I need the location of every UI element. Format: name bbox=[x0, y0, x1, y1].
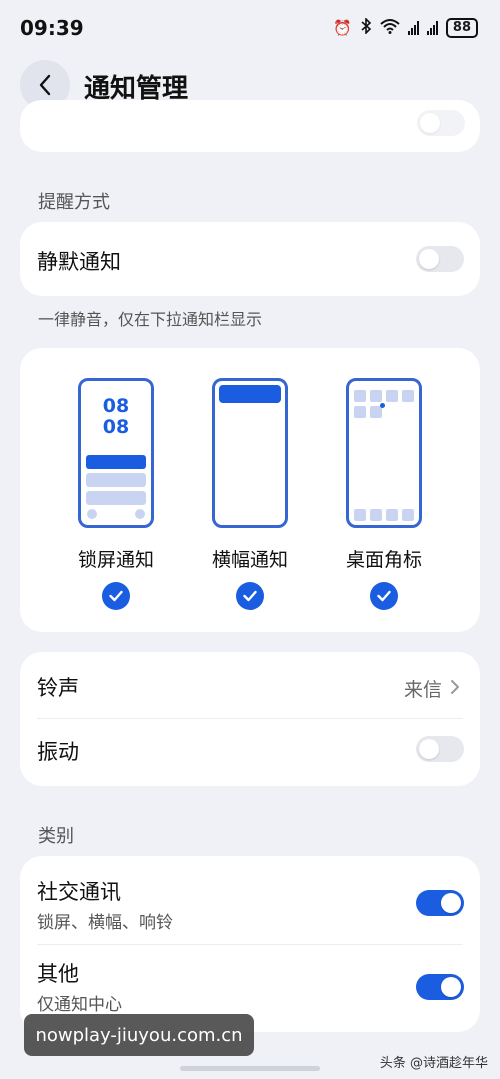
badge-label: 桌面角标 bbox=[345, 549, 422, 571]
category-title: 其他 bbox=[37, 962, 79, 986]
category-toggle-social[interactable] bbox=[416, 890, 464, 916]
preview-clock-bottom: 08 bbox=[102, 416, 130, 438]
category-subtitle: 仅通知中心 bbox=[37, 995, 122, 1015]
status-bar: 09:39 ⏰ 88 bbox=[0, 0, 500, 56]
preview-notification bbox=[86, 491, 146, 505]
ringtone-row[interactable]: 铃声 来信 bbox=[20, 652, 480, 718]
scrolled-toggle[interactable] bbox=[417, 110, 465, 136]
divider bbox=[37, 718, 463, 719]
preview-notification bbox=[86, 473, 146, 487]
preview-clock-top: 08 bbox=[102, 395, 130, 417]
preview-dot bbox=[87, 509, 97, 519]
category-row-social[interactable]: 社交通讯 锁屏、横幅、响铃 bbox=[20, 856, 480, 944]
signal-icon bbox=[407, 21, 419, 35]
badge-preview[interactable] bbox=[346, 378, 422, 528]
banner-label: 横幅通知 bbox=[211, 549, 288, 571]
silent-toggle[interactable] bbox=[416, 246, 464, 272]
banner-preview[interactable] bbox=[212, 378, 288, 528]
lockscreen-label: 锁屏通知 bbox=[77, 549, 154, 571]
badge-check[interactable] bbox=[370, 582, 398, 610]
checkmark-icon bbox=[109, 590, 123, 602]
category-card: 社交通讯 锁屏、横幅、响铃 其他 仅通知中心 bbox=[20, 856, 480, 1032]
sound-card: 铃声 来信 振动 bbox=[20, 652, 480, 786]
banner-check[interactable] bbox=[236, 582, 264, 610]
lockscreen-preview[interactable]: 08 08 bbox=[78, 378, 154, 528]
preview-banner bbox=[219, 385, 281, 403]
silent-label: 静默通知 bbox=[37, 250, 121, 274]
category-toggle-other[interactable] bbox=[416, 974, 464, 1000]
alarm-icon: ⏰ bbox=[333, 19, 352, 37]
vibrate-toggle[interactable] bbox=[416, 736, 464, 762]
preview-dock bbox=[354, 509, 414, 521]
chevron-right-icon bbox=[451, 680, 459, 694]
status-icons: ⏰ 88 bbox=[333, 17, 478, 38]
home-indicator[interactable] bbox=[180, 1066, 320, 1071]
silent-card: 静默通知 bbox=[20, 222, 480, 296]
preview-app-grid bbox=[354, 390, 414, 418]
credit-text: 头条 @诗酒趁年华 bbox=[379, 1056, 488, 1071]
battery-icon: 88 bbox=[445, 18, 478, 38]
section-label-category: 类别 bbox=[38, 826, 74, 847]
chevron-left-icon bbox=[39, 74, 51, 96]
section-label-reminder: 提醒方式 bbox=[38, 192, 110, 213]
preview-dot bbox=[135, 509, 145, 519]
vibrate-label: 振动 bbox=[37, 740, 79, 764]
bluetooth-icon bbox=[360, 17, 372, 38]
preview-notification-primary bbox=[86, 455, 146, 469]
silent-caption: 一律静音，仅在下拉通知栏显示 bbox=[38, 310, 263, 329]
signal-icon bbox=[426, 21, 438, 35]
ringtone-value: 来信 bbox=[403, 679, 442, 701]
category-title: 社交通讯 bbox=[37, 880, 121, 904]
ringtone-label: 铃声 bbox=[37, 676, 79, 700]
checkmark-icon bbox=[377, 590, 391, 602]
checkmark-icon bbox=[243, 590, 257, 602]
status-time: 09:39 bbox=[20, 16, 84, 40]
notification-style-card: 08 08 锁屏通知 横幅通知 桌面角标 bbox=[20, 348, 480, 632]
scrolled-card bbox=[20, 100, 480, 152]
badge-dot bbox=[380, 403, 385, 408]
wifi-icon bbox=[380, 18, 400, 38]
lockscreen-check[interactable] bbox=[102, 582, 130, 610]
watermark: nowplay-jiuyou.com.cn bbox=[24, 1014, 254, 1056]
category-subtitle: 锁屏、横幅、响铃 bbox=[37, 913, 173, 933]
